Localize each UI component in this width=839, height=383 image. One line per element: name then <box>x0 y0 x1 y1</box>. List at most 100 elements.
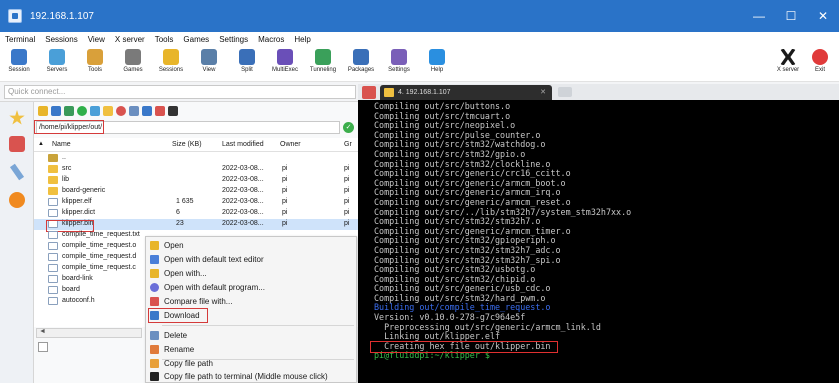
editor-icon <box>150 255 159 264</box>
rename-icon <box>150 345 159 354</box>
file-icon <box>48 242 58 250</box>
menu-open-default-program[interactable]: Open with default program... <box>146 281 358 294</box>
toolbar-servers-button[interactable]: Servers <box>38 46 76 82</box>
menu-delete[interactable]: Delete <box>146 329 358 342</box>
file-name: autoconf.h <box>62 297 95 304</box>
column-name[interactable]: Name <box>52 141 71 148</box>
quick-connect-input[interactable]: Quick connect... <box>4 85 356 99</box>
menu-open-with[interactable]: Open with... <box>146 267 358 280</box>
home-icon[interactable] <box>362 86 376 99</box>
file-row[interactable]: klipper.bin 23 2022-03-08... pi pi <box>34 219 358 232</box>
toolbar-settings-button[interactable]: Settings <box>380 46 418 82</box>
file-name: compile_time_request.d <box>62 253 137 260</box>
upload-icon[interactable] <box>64 106 74 116</box>
file-row[interactable]: .. <box>34 153 358 164</box>
toolbar-split-button[interactable]: Split <box>228 46 266 82</box>
toolbar-label: Servers <box>46 67 68 73</box>
pen-tool-icon[interactable] <box>9 163 25 181</box>
star-icon <box>163 49 179 65</box>
menu-help[interactable]: Help <box>289 35 315 44</box>
follow-terminal-checkbox[interactable] <box>38 342 48 352</box>
menu-view[interactable]: View <box>83 35 110 44</box>
minimize-button[interactable]: — <box>743 0 775 32</box>
toolbar-label: Tunneling <box>309 67 337 73</box>
path-go-icon[interactable]: ✓ <box>343 122 354 133</box>
menu-open[interactable]: Open <box>146 239 358 252</box>
file-name: .. <box>62 154 66 161</box>
main-toolbar: Session Servers Tools Games Sessions View Spli… <box>0 46 839 82</box>
panel-icon[interactable] <box>168 106 178 116</box>
window-title: 192.168.1.107 <box>30 10 94 22</box>
close-button[interactable]: ✕ <box>807 0 839 32</box>
menu-macros[interactable]: Macros <box>253 35 289 44</box>
menu-settings[interactable]: Settings <box>214 35 253 44</box>
menu-copy-path-terminal[interactable]: Copy file path to terminal (Middle mouse… <box>146 370 358 383</box>
sftp-tab-icon[interactable] <box>9 192 25 208</box>
toolbar-label: Session <box>8 67 30 73</box>
file-icon <box>48 275 58 283</box>
toolbar-help-button[interactable]: Help <box>418 46 456 82</box>
packages-icon <box>353 49 369 65</box>
file-row[interactable]: klipper.dict 6 2022-03-08... pi pi <box>34 208 358 219</box>
sessions-tool-icon[interactable] <box>9 136 25 152</box>
parent-dir-icon[interactable] <box>38 106 48 116</box>
ssh-session-icon <box>384 88 394 97</box>
menu-copy-path[interactable]: Copy file path <box>146 357 358 370</box>
terminal-output[interactable]: Compiling out/src/buttons.o Compiling out… <box>358 100 839 383</box>
menu-open-default-editor[interactable]: Open with default text editor <box>146 253 358 266</box>
toolbar-tunneling-button[interactable]: Tunneling <box>304 46 342 82</box>
new-tab-icon[interactable] <box>558 87 572 97</box>
collapse-icon[interactable]: ▲ <box>38 141 44 147</box>
close-tab-icon[interactable]: ✕ <box>540 85 546 100</box>
column-size[interactable]: Size (KB) <box>172 141 202 148</box>
menu-rename[interactable]: Rename <box>146 343 358 356</box>
toolbar-sessions-button[interactable]: Sessions <box>152 46 190 82</box>
new-file-icon[interactable] <box>90 106 100 116</box>
hidden-files-icon[interactable] <box>129 106 139 116</box>
new-folder-icon[interactable] <box>103 106 113 116</box>
folder-icon <box>48 176 58 184</box>
servers-icon <box>49 49 65 65</box>
column-owner[interactable]: Owner <box>280 141 301 148</box>
toolbar-session-button[interactable]: Session <box>0 46 38 82</box>
terminal-tab[interactable]: 4. 192.168.1.107 ✕ <box>380 85 552 100</box>
power-icon <box>812 49 828 65</box>
menu-download[interactable]: Download <box>146 308 358 323</box>
toolbar-view-button[interactable]: View <box>190 46 228 82</box>
toolbar-games-button[interactable]: Games <box>114 46 152 82</box>
menu-sessions[interactable]: Sessions <box>40 35 82 44</box>
toolbar-label: Sessions <box>158 67 184 73</box>
toolbar-multiexec-button[interactable]: MultiExec <box>266 46 304 82</box>
column-modified[interactable]: Last modified <box>222 141 264 148</box>
open-with-icon <box>150 269 159 278</box>
toolbar-packages-button[interactable]: Packages <box>342 46 380 82</box>
maximize-button[interactable]: ☐ <box>775 0 807 32</box>
refresh-icon[interactable] <box>77 106 87 116</box>
terminal-tab-bar: 4. 192.168.1.107 ✕ <box>358 84 839 100</box>
settings-icon <box>391 49 407 65</box>
delete-icon[interactable] <box>116 106 126 116</box>
menu-tools[interactable]: Tools <box>150 35 179 44</box>
file-row[interactable]: klipper.elf 1 635 2022-03-08... pi pi <box>34 197 358 208</box>
menu-compare[interactable]: Compare file with... <box>146 295 358 308</box>
file-size: 6 <box>176 209 180 216</box>
column-group[interactable]: Gr <box>344 141 352 148</box>
download-highlight-box <box>148 308 208 323</box>
toolbar-tools-button[interactable]: Tools <box>76 46 114 82</box>
file-row[interactable]: board-generic 2022-03-08... pi pi <box>34 186 358 197</box>
file-group: pi <box>344 209 350 216</box>
download-icon[interactable] <box>51 106 61 116</box>
copy-path-icon <box>150 359 159 368</box>
menu-x-server[interactable]: X server <box>110 35 150 44</box>
exit-button[interactable]: Exit <box>801 46 839 82</box>
file-row[interactable]: src 2022-03-08... pi pi <box>34 164 358 175</box>
folder-icon <box>48 165 58 173</box>
file-row[interactable]: lib 2022-03-08... pi pi <box>34 175 358 186</box>
menu-games[interactable]: Games <box>178 35 214 44</box>
star-icon[interactable] <box>9 110 25 125</box>
horizontal-scrollbar[interactable] <box>36 328 142 338</box>
graph-icon[interactable] <box>155 106 165 116</box>
session-icon <box>11 49 27 65</box>
terminal-follow-icon[interactable] <box>142 106 152 116</box>
menu-terminal[interactable]: Terminal <box>0 35 40 44</box>
